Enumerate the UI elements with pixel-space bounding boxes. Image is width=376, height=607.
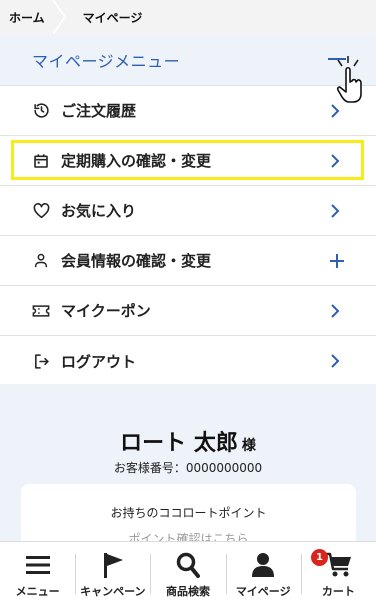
menu-item-label: ご注文履歴 xyxy=(61,102,137,120)
customer-number: お客様番号：0000000000 xyxy=(113,461,263,475)
menu-item-label: 定期購入の確認・変更 xyxy=(61,152,212,170)
menu-item-label: お気に入り xyxy=(61,202,137,220)
chevron-right-icon xyxy=(331,354,340,368)
menu-item-favorites[interactable]: お気に入り xyxy=(0,186,376,236)
calendar-icon xyxy=(32,152,50,170)
coupon-icon xyxy=(32,302,50,320)
nav-search-label: 商品検索 xyxy=(166,585,210,598)
nav-mypage[interactable]: マイページ xyxy=(225,542,301,607)
heart-icon xyxy=(32,202,50,220)
nav-menu[interactable]: メニュー xyxy=(0,542,75,607)
breadcrumb-current-label: マイページ xyxy=(82,10,143,25)
mypage-menu-list: ご注文履歴 定期購入の確認・変更 お気に入り 会員情報の確認・変更 マイクーポン xyxy=(0,86,376,386)
person-icon xyxy=(251,550,275,580)
menu-item-order-history[interactable]: ご注文履歴 xyxy=(0,86,376,136)
flag-icon xyxy=(102,550,124,580)
mypage-menu-header[interactable]: マイページメニュー xyxy=(0,34,376,86)
menu-item-label: 会員情報の確認・変更 xyxy=(61,252,212,270)
plus-icon[interactable] xyxy=(329,253,345,269)
nav-menu-label: メニュー xyxy=(15,585,60,598)
breadcrumb-current: マイページ xyxy=(77,0,143,34)
history-icon xyxy=(32,102,50,120)
menu-item-member-info[interactable]: 会員情報の確認・変更 xyxy=(0,236,376,286)
nav-campaign[interactable]: キャンペーン xyxy=(75,542,150,607)
search-icon xyxy=(176,550,200,580)
menu-item-logout[interactable]: ログアウト xyxy=(0,336,376,386)
menu-item-subscription[interactable]: 定期購入の確認・変更 xyxy=(0,136,376,186)
breadcrumb-home-label: ホーム xyxy=(9,10,45,25)
chevron-right-icon xyxy=(331,304,340,318)
breadcrumb-separator xyxy=(51,0,77,34)
honorific: 様 xyxy=(241,438,256,454)
nav-cart-label: カート xyxy=(321,585,355,598)
user-name-text: ロート 太郎 xyxy=(120,431,238,456)
cart-icon xyxy=(324,550,352,580)
chevron-right-icon xyxy=(331,204,340,218)
person-icon xyxy=(32,252,50,270)
nav-search[interactable]: 商品検索 xyxy=(150,542,225,607)
menu-item-label: ログアウト xyxy=(61,352,137,371)
nav-mypage-label: マイページ xyxy=(235,585,291,598)
point-card-label: お持ちのココロートポイント xyxy=(110,506,267,520)
nav-campaign-label: キャンペーン xyxy=(80,585,146,598)
hand-cursor-icon xyxy=(336,56,362,103)
breadcrumb: ホーム マイページ xyxy=(0,0,376,34)
menu-title: マイページメニュー xyxy=(32,51,181,71)
cart-count-badge: 1 xyxy=(311,549,328,566)
hamburger-icon xyxy=(25,550,50,580)
logout-icon xyxy=(32,352,50,370)
menu-item-coupon[interactable]: マイクーポン xyxy=(0,286,376,336)
menu-item-label: マイクーポン xyxy=(61,302,151,320)
chevron-right-icon xyxy=(331,154,340,168)
user-name: ロート 太郎様 xyxy=(0,425,376,457)
